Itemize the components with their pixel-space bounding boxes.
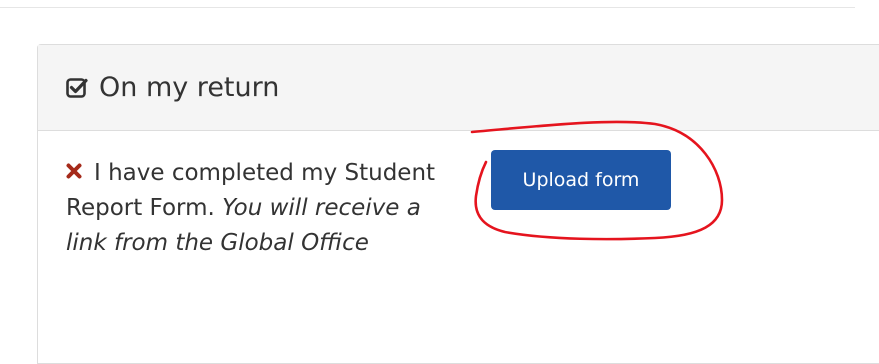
panel-heading: On my return — [38, 45, 879, 131]
panel-title: On my return — [99, 72, 280, 103]
on-my-return-panel: On my return I have completed my Student… — [37, 44, 879, 364]
checklist-item: I have completed my Student Report Form.… — [66, 155, 436, 261]
check-square-icon — [66, 77, 88, 99]
cross-icon — [66, 155, 82, 179]
top-divider — [0, 7, 855, 8]
upload-form-button[interactable]: Upload form — [491, 150, 671, 210]
